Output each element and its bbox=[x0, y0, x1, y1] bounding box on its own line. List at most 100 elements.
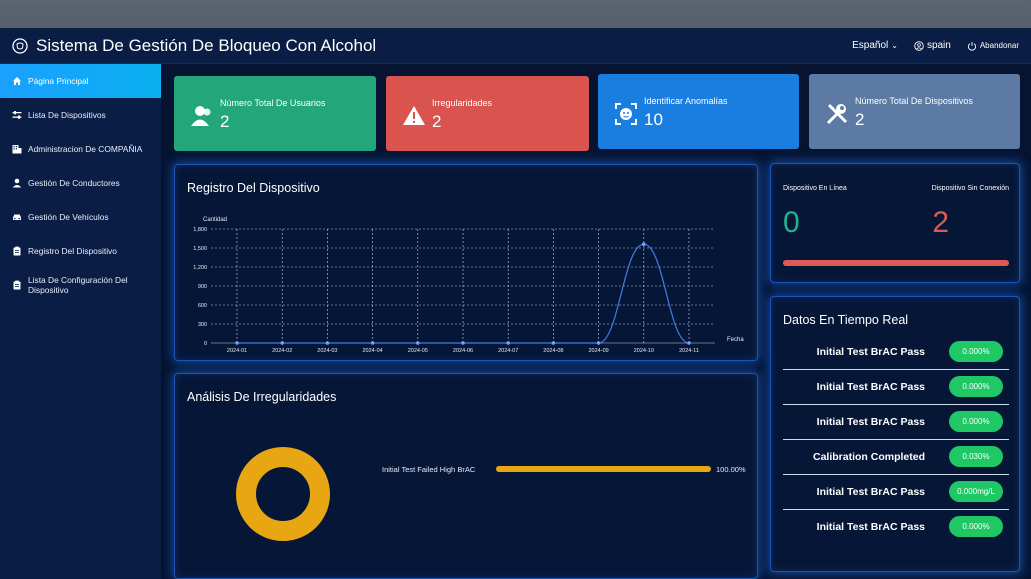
sidebar-item-label: Registro Del Dispositivo bbox=[28, 246, 117, 256]
data-point bbox=[235, 341, 239, 345]
x-axis-label: Fecha bbox=[727, 337, 744, 343]
device-status-panel: Dispositivo En Línea Dispositivo Sin Con… bbox=[770, 163, 1020, 283]
stat-value: 10 bbox=[644, 110, 663, 129]
shield-logo-icon bbox=[12, 37, 28, 54]
realtime-panel: Datos En Tiempo Real Initial Test BrAC P… bbox=[770, 296, 1020, 572]
status-badge: 0.030% bbox=[949, 446, 1003, 467]
status-badge: 0.000% bbox=[949, 341, 1003, 362]
sidebar-item-drivers[interactable]: Gestión De Conductores bbox=[0, 166, 161, 200]
x-tick-label: 2024-03 bbox=[317, 348, 337, 354]
data-point bbox=[461, 341, 465, 345]
language-select[interactable]: Español ⌄ bbox=[852, 40, 898, 51]
stat-card-irregularities[interactable]: Irregularidades 2 bbox=[386, 76, 589, 151]
data-point bbox=[370, 341, 375, 345]
y-tick-label: 0 bbox=[204, 341, 207, 347]
warning-icon bbox=[403, 106, 425, 125]
stat-card-devices[interactable]: Número Total De Dispositivos 2 bbox=[809, 74, 1020, 149]
stat-label: Identificar Anomalías bbox=[644, 96, 728, 106]
x-tick-label: 2024-02 bbox=[272, 348, 292, 354]
data-point bbox=[280, 341, 284, 345]
sidebar-item-home[interactable]: Página Principal bbox=[0, 64, 161, 98]
event-text: Initial Test BrAC Pass bbox=[816, 381, 925, 393]
online-count: 0 bbox=[783, 206, 800, 239]
bar-track bbox=[496, 466, 711, 472]
user-icon bbox=[12, 178, 22, 188]
sidebar: Página Principal Lista De Dispositivos A… bbox=[0, 64, 161, 579]
tools-icon bbox=[826, 103, 848, 125]
sidebar-item-devices[interactable]: Lista De Dispositivos bbox=[0, 98, 161, 132]
sidebar-item-label: Página Principal bbox=[28, 76, 89, 86]
registro-panel: Registro Del Dispositivo Cantidad 0 300 600… bbox=[174, 164, 758, 361]
chevron-down-icon: ⌄ bbox=[891, 41, 898, 50]
y-tick-label: 300 bbox=[198, 322, 207, 328]
face-scan-icon bbox=[615, 103, 637, 125]
y-tick-label: 1,800 bbox=[193, 227, 207, 233]
stat-label: Número Total De Dispositivos bbox=[855, 96, 973, 106]
panel-title: Análisis De Irregularidades bbox=[187, 390, 337, 404]
data-point bbox=[642, 242, 646, 246]
sidebar-item-device-config[interactable]: Lista De Configuración Del Dispositivo bbox=[0, 268, 161, 302]
sidebar-item-company[interactable]: Administracion De COMPAÑIA bbox=[0, 132, 161, 166]
user-circle-icon bbox=[914, 40, 924, 51]
stat-card-anomalies[interactable]: Identificar Anomalías 10 bbox=[598, 74, 799, 149]
app-title: Sistema De Gestión De Bloqueo Con Alcoho… bbox=[36, 35, 377, 55]
online-label: Dispositivo En Línea bbox=[783, 185, 847, 192]
sliders-icon bbox=[12, 111, 22, 119]
sidebar-item-label: Gestión De Vehículos bbox=[28, 212, 109, 222]
y-tick-label: 600 bbox=[198, 303, 207, 309]
data-point bbox=[325, 341, 330, 345]
event-text: Initial Test BrAC Pass bbox=[816, 486, 925, 498]
offline-count: 2 bbox=[932, 206, 949, 239]
stat-card-users[interactable]: Número Total De Usuarios 2 bbox=[174, 76, 376, 151]
status-badge: 0.000% bbox=[949, 516, 1003, 537]
x-tick-label: 2024-11 bbox=[679, 348, 699, 354]
donut-ring bbox=[236, 447, 330, 541]
stat-value: 2 bbox=[432, 112, 442, 131]
sidebar-item-label: Lista De Dispositivos bbox=[28, 110, 106, 120]
power-icon bbox=[967, 41, 976, 51]
event-text: Initial Test BrAC Pass bbox=[816, 346, 925, 358]
y-axis-label: Cantidad bbox=[203, 217, 227, 223]
status-bar bbox=[783, 260, 1009, 266]
event-text: Initial Test BrAC Pass bbox=[816, 416, 925, 428]
list-item: Initial Test BrAC Pass 0.000% bbox=[783, 335, 1009, 370]
list-item: Calibration Completed 0.030% bbox=[783, 440, 1009, 475]
offline-label: Dispositivo Sin Conexión bbox=[931, 185, 1009, 192]
panel-title: Datos En Tiempo Real bbox=[783, 313, 909, 327]
sidebar-item-vehicles[interactable]: Gestión De Vehículos bbox=[0, 200, 161, 234]
event-text: Initial Test BrAC Pass bbox=[816, 521, 925, 533]
list-item: Initial Test BrAC Pass 0.000% bbox=[783, 405, 1009, 440]
device-log-chart: Cantidad 0 300 600 900 1,200 1,500 1,800 2024-01… bbox=[193, 217, 744, 354]
y-tick-label: 1,500 bbox=[193, 246, 207, 252]
sidebar-item-label: Lista De Configuración Del Dispositivo bbox=[28, 275, 128, 295]
data-point bbox=[506, 341, 511, 345]
event-text: Calibration Completed bbox=[812, 451, 925, 463]
status-badge: 0.000% bbox=[949, 376, 1003, 397]
home-icon bbox=[13, 77, 21, 85]
data-point bbox=[596, 341, 601, 345]
data-point bbox=[687, 341, 691, 345]
top-bar: Sistema De Gestión De Bloqueo Con Alcoho… bbox=[0, 28, 1031, 64]
app-window: Sistema De Gestión De Bloqueo Con Alcoho… bbox=[0, 28, 1031, 579]
users-icon bbox=[191, 106, 211, 126]
y-tick-label: 1,200 bbox=[193, 265, 207, 271]
logout-button[interactable]: Abandonar bbox=[967, 41, 1019, 51]
list-item: Initial Test BrAC Pass 0.000mg/L bbox=[783, 475, 1009, 510]
sidebar-item-label: Gestión De Conductores bbox=[28, 178, 120, 188]
donut-chart bbox=[236, 447, 330, 541]
irregularities-panel: Análisis De Irregularidades Initial Test… bbox=[174, 373, 758, 579]
list-item: Initial Test BrAC Pass 0.000% bbox=[783, 510, 1009, 545]
stat-value: 2 bbox=[220, 112, 230, 131]
stat-label: Número Total De Usuarios bbox=[220, 98, 326, 108]
user-menu[interactable]: spain bbox=[914, 40, 951, 51]
x-tick-label: 2024-01 bbox=[227, 348, 247, 354]
list-item: Initial Test BrAC Pass 0.000% bbox=[783, 370, 1009, 405]
user-name: spain bbox=[926, 40, 951, 51]
clipboard-icon bbox=[13, 246, 21, 256]
sidebar-item-device-log[interactable]: Registro Del Dispositivo bbox=[0, 234, 161, 268]
logout-label: Abandonar bbox=[979, 41, 1019, 50]
company-icon bbox=[12, 145, 22, 154]
language-label: Español bbox=[852, 40, 889, 51]
x-tick-label: 2024-04 bbox=[363, 348, 383, 354]
stat-label: Irregularidades bbox=[432, 98, 493, 108]
